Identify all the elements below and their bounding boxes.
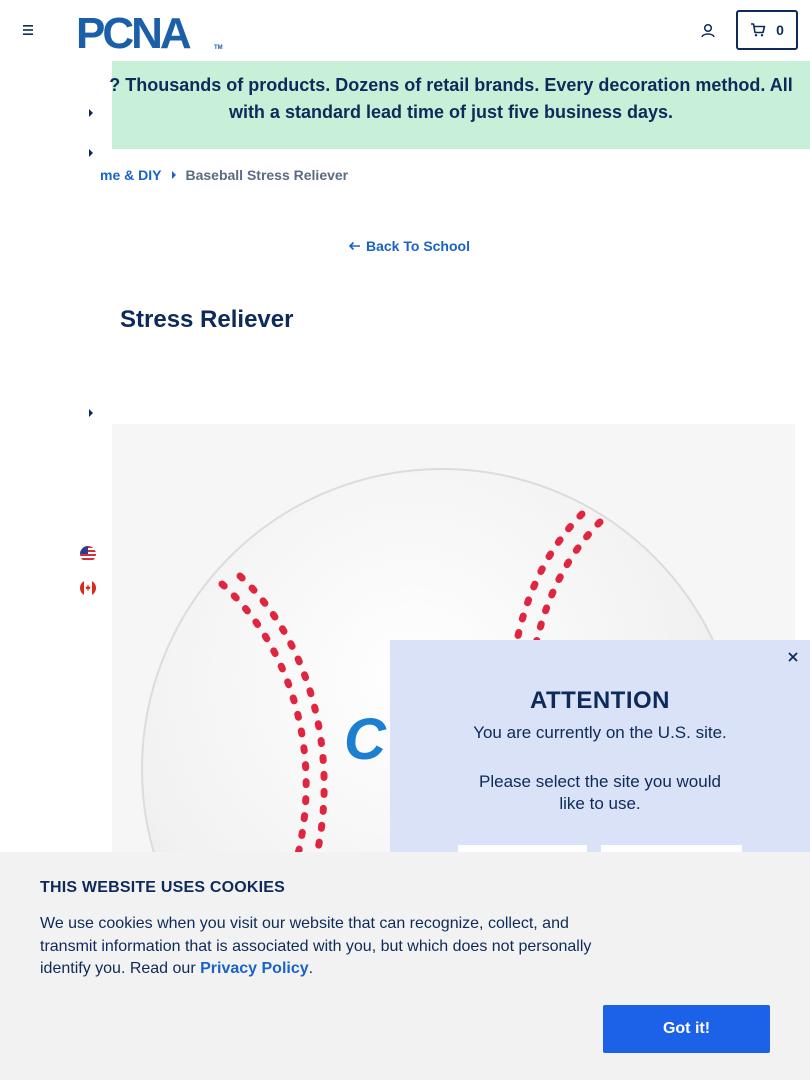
chevron-right-icon[interactable]: [86, 146, 96, 158]
cart-count: 0: [776, 22, 784, 38]
cookie-body: We use cookies when you visit our websit…: [40, 915, 592, 977]
close-icon[interactable]: [786, 650, 800, 664]
product-imprint: C: [344, 707, 387, 772]
back-link-label: Back To School: [366, 238, 470, 254]
promo-line-1: Thousands of products. Dozens of retail …: [125, 75, 793, 95]
site-header: PCNA TM 0: [0, 0, 810, 60]
pcna-logo[interactable]: PCNA TM: [76, 9, 226, 58]
cart-icon: [751, 23, 766, 37]
logo-text: PCNA: [76, 10, 191, 52]
modal-heading: ATTENTION: [529, 687, 671, 714]
privacy-policy-link[interactable]: Privacy Policy: [200, 960, 309, 977]
back-to-category-link[interactable]: Back To School: [348, 238, 470, 254]
canada-flag-icon[interactable]: [80, 580, 96, 596]
logo-trademark: TM: [214, 45, 223, 51]
modal-select-text-line-1: Please select the site you would: [479, 772, 721, 791]
cookie-banner: THIS WEBSITE USES COOKIES We use cookies…: [0, 852, 810, 1080]
breadcrumb: me & DIY Baseball Stress Reliever: [100, 166, 348, 184]
promo-banner-text: ? Thousands of products. Dozens of retai…: [96, 72, 806, 126]
cookie-period: .: [308, 960, 314, 977]
cart-button[interactable]: 0: [736, 10, 798, 50]
menu-icon[interactable]: [18, 20, 38, 40]
cookie-text: We use cookies when you visit our websit…: [40, 913, 600, 981]
modal-current-site-text: You are currently on the U.S. site.: [473, 723, 727, 742]
promo-line-2: with a standard lead time of just five b…: [228, 102, 674, 122]
site-select-modal: ATTENTION You are currently on the U.S. …: [390, 640, 810, 875]
cookie-title: THIS WEBSITE USES COOKIES: [40, 879, 286, 896]
account-icon[interactable]: [697, 20, 719, 42]
chevron-right-icon[interactable]: [86, 106, 96, 118]
arrow-left-icon: [348, 241, 360, 251]
product-title: Stress Reliever: [120, 306, 294, 333]
breadcrumb-current: Baseball Stress Reliever: [185, 167, 349, 183]
promo-lead-fragment: ?: [109, 75, 121, 95]
chevron-right-icon: [172, 171, 177, 179]
us-flag-icon[interactable]: [80, 546, 96, 562]
chevron-right-icon[interactable]: [86, 406, 96, 418]
accept-cookies-button[interactable]: Got it!: [603, 1005, 770, 1053]
breadcrumb-parent-link[interactable]: me & DIY: [100, 167, 161, 183]
modal-select-text-line-2: like to use.: [559, 794, 641, 813]
